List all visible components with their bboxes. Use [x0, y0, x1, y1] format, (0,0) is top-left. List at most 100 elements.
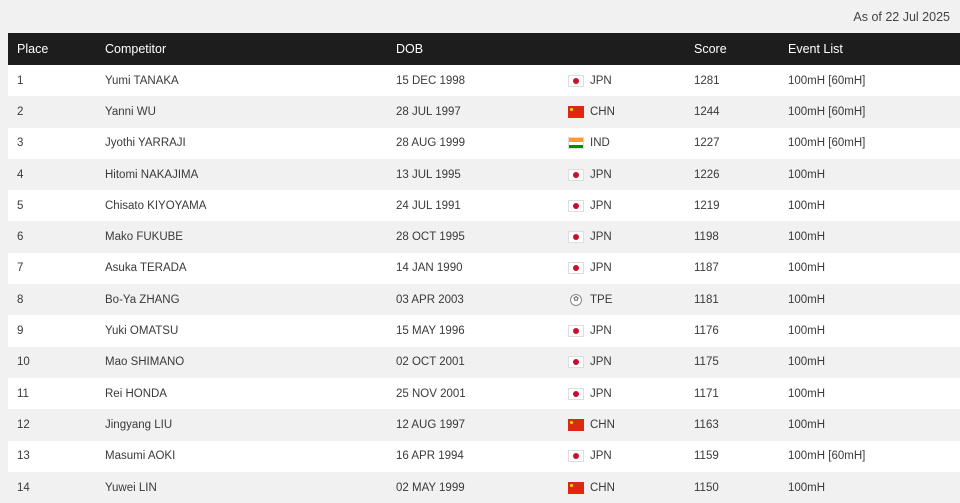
place-cell: 12	[17, 418, 30, 431]
place-cell: 9	[17, 325, 24, 338]
column-header-dob[interactable]: DOB	[396, 33, 423, 65]
table-body: 1 Yumi TANAKA 15 DEC 1998 JPN 1281 100mH [60m…	[8, 65, 960, 503]
dob-cell: 15 MAY 1996	[396, 325, 465, 338]
table-row[interactable]: 3 Jyothi YARRAJI 28 AUG 1999 IND 1227 100mH […	[8, 127, 960, 159]
event-list-cell: 100mH	[788, 418, 826, 431]
nationality-cell: JPN	[568, 347, 612, 378]
chn-flag-icon	[568, 105, 584, 118]
nationality-code: JPN	[590, 231, 612, 244]
event-list-cell: 100mH	[788, 325, 826, 338]
table-row[interactable]: 7 Asuka TERADA 14 JAN 1990 JPN 1187 100mH	[8, 252, 960, 285]
dob-cell: 28 AUG 1999	[396, 137, 466, 150]
score-cell: 1226	[694, 168, 720, 181]
competitor-link[interactable]: Asuka TERADA	[105, 253, 187, 284]
competitor-link[interactable]: Yanni WU	[105, 96, 156, 127]
competitor-link[interactable]: Yumi TANAKA	[105, 65, 179, 96]
dob-cell: 12 AUG 1997	[396, 418, 466, 431]
dob-cell: 28 JUL 1997	[396, 105, 461, 118]
score-cell: 1187	[694, 262, 719, 275]
jpn-flag-icon	[568, 199, 584, 212]
competitor-link[interactable]: Chisato KIYOYAMA	[105, 190, 206, 221]
dob-cell: 03 APR 2003	[396, 293, 464, 306]
competitor-link[interactable]: Yuki OMATSU	[105, 315, 178, 346]
competitor-link[interactable]: Bo-Ya ZHANG	[105, 284, 180, 315]
place-cell: 2	[17, 105, 24, 118]
table-row[interactable]: 13 Masumi AOKI 16 APR 1994 JPN 1159 100mH [60…	[8, 440, 960, 472]
competitor-link[interactable]: Yuwei LIN	[105, 472, 157, 503]
table-row[interactable]: 8 Bo-Ya ZHANG 03 APR 2003 ✿ TPE 1181 100mH	[8, 284, 960, 316]
dob-cell: 13 JUL 1995	[396, 168, 461, 181]
table-row[interactable]: 11 Rei HONDA 25 NOV 2001 JPN 1171 100mH	[8, 377, 960, 410]
place-cell: 5	[17, 199, 24, 212]
as-of-label: As of 22 Jul 2025	[853, 9, 950, 24]
nationality-code: CHN	[590, 418, 615, 431]
nationality-code: JPN	[590, 199, 612, 212]
jpn-flag-icon	[568, 325, 584, 338]
event-list-cell: 100mH	[788, 231, 826, 244]
dob-cell: 16 APR 1994	[396, 450, 464, 463]
competitor-link[interactable]: Mao SHIMANO	[105, 347, 184, 378]
place-cell: 1	[17, 74, 24, 87]
place-cell: 6	[17, 231, 24, 244]
dob-cell: 25 NOV 2001	[396, 387, 466, 400]
jpn-flag-icon	[568, 262, 584, 275]
competitor-link[interactable]: Hitomi NAKAJIMA	[105, 159, 198, 190]
nationality-cell: CHN	[568, 472, 615, 503]
chn-flag-icon	[568, 418, 584, 431]
table-row[interactable]: 10 Mao SHIMANO 02 OCT 2001 JPN 1175 100mH	[8, 346, 960, 378]
table-row[interactable]: 12 Jingyang LIU 12 AUG 1997 CHN 1163 100mH	[8, 409, 960, 441]
competitor-link[interactable]: Jingyang LIU	[105, 409, 172, 440]
event-list-cell: 100mH	[788, 168, 826, 181]
score-cell: 1150	[694, 481, 719, 494]
column-header-place[interactable]: Place	[17, 33, 48, 65]
nationality-cell: ✿ TPE	[568, 284, 612, 315]
competitor-link[interactable]: Rei HONDA	[105, 378, 167, 409]
nationality-code: JPN	[590, 450, 612, 463]
nationality-code: CHN	[590, 481, 615, 494]
score-cell: 1176	[694, 325, 719, 338]
table-row[interactable]: 14 Yuwei LIN 02 MAY 1999 CHN 1150 100mH	[8, 471, 960, 503]
competitor-link[interactable]: Masumi AOKI	[105, 441, 175, 472]
dob-cell: 24 JUL 1991	[396, 199, 461, 212]
event-list-cell: 100mH	[788, 262, 826, 275]
jpn-flag-icon	[568, 387, 584, 400]
jpn-flag-icon	[568, 231, 584, 244]
score-cell: 1227	[694, 137, 720, 150]
column-header-event-list[interactable]: Event List	[788, 33, 843, 65]
ind-flag-icon	[568, 137, 584, 150]
score-cell: 1198	[694, 231, 719, 244]
nationality-code: CHN	[590, 105, 615, 118]
event-list-cell: 100mH	[788, 387, 826, 400]
score-cell: 1219	[694, 199, 720, 212]
nationality-cell: JPN	[568, 190, 612, 221]
dob-cell: 14 JAN 1990	[396, 262, 463, 275]
nationality-cell: CHN	[568, 96, 615, 127]
jpn-flag-icon	[568, 450, 584, 463]
event-list-cell: 100mH	[788, 199, 826, 212]
column-header-competitor[interactable]: Competitor	[105, 33, 166, 65]
competitor-link[interactable]: Mako FUKUBE	[105, 221, 183, 252]
score-cell: 1244	[694, 105, 720, 118]
table-row[interactable]: 9 Yuki OMATSU 15 MAY 1996 JPN 1176 100mH	[8, 315, 960, 347]
score-cell: 1181	[694, 293, 719, 306]
column-header-score[interactable]: Score	[694, 33, 727, 65]
nationality-code: JPN	[590, 74, 612, 87]
place-cell: 14	[17, 481, 30, 494]
competitor-link[interactable]: Jyothi YARRAJI	[105, 128, 186, 159]
table-row[interactable]: 6 Mako FUKUBE 28 OCT 1995 JPN 1198 100mH	[8, 221, 960, 253]
nationality-cell: JPN	[568, 253, 612, 284]
place-cell: 4	[17, 168, 24, 181]
event-list-cell: 100mH [60mH]	[788, 105, 866, 118]
table-row[interactable]: 5 Chisato KIYOYAMA 24 JUL 1991 JPN 1219 100mH	[8, 190, 960, 222]
place-cell: 10	[17, 356, 30, 369]
table-row[interactable]: 4 Hitomi NAKAJIMA 13 JUL 1995 JPN 1226 100mH	[8, 158, 960, 191]
event-list-cell: 100mH [60mH]	[788, 74, 866, 87]
nationality-cell: JPN	[568, 378, 612, 409]
nationality-code: JPN	[590, 356, 612, 369]
table-row[interactable]: 1 Yumi TANAKA 15 DEC 1998 JPN 1281 100mH [60m…	[8, 65, 960, 97]
dob-cell: 28 OCT 1995	[396, 231, 465, 244]
nationality-cell: JPN	[568, 65, 612, 96]
dob-cell: 02 MAY 1999	[396, 481, 465, 494]
table-row[interactable]: 2 Yanni WU 28 JUL 1997 CHN 1244 100mH [60mH]	[8, 96, 960, 128]
nationality-cell: JPN	[568, 441, 612, 472]
